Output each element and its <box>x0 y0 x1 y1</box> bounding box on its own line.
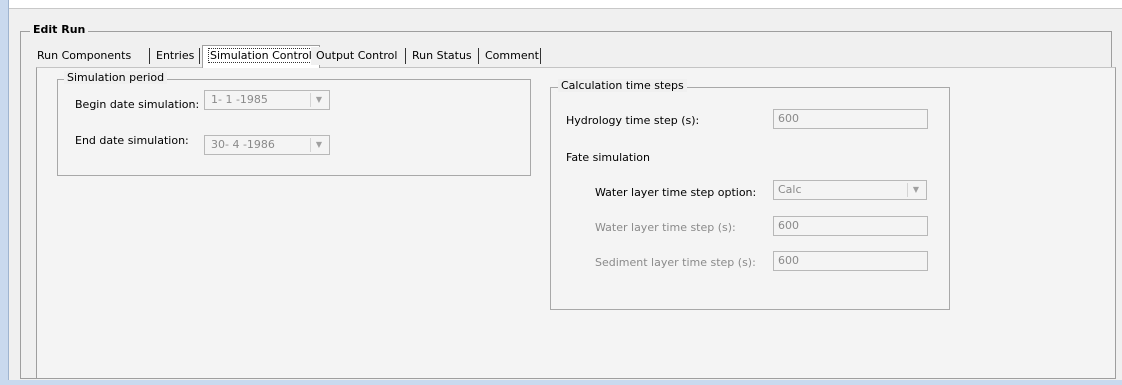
tab-simulation-control[interactable]: Simulation Control <box>202 45 320 68</box>
tab-separator <box>199 48 200 64</box>
water-layer-option-value: Calc <box>778 183 802 196</box>
tab-simulation-control-label: Simulation Control <box>208 48 314 63</box>
begin-date-label: Begin date simulation: <box>75 98 200 111</box>
water-layer-option-select[interactable]: Calc ▼ <box>773 180 927 200</box>
tab-separator <box>478 48 479 64</box>
hydrology-time-step-value: 600 <box>778 112 799 125</box>
chevron-down-icon[interactable]: ▼ <box>310 93 327 107</box>
tab-entries[interactable]: Entries <box>151 47 200 65</box>
end-date-value: 30- 4 -1986 <box>211 138 275 151</box>
water-layer-option-label: Water layer time step option: <box>595 186 757 199</box>
tab-separator <box>149 48 150 64</box>
tab-run-status[interactable]: Run Status <box>407 47 477 65</box>
begin-date-select[interactable]: 1- 1 -1985 ▼ <box>204 90 330 110</box>
simulation-period-legend: Simulation period <box>64 71 168 84</box>
chevron-down-icon[interactable]: ▼ <box>310 138 327 152</box>
window-left-border <box>0 0 8 385</box>
tab-run-components[interactable]: Run Components <box>32 47 137 65</box>
fate-simulation-label: Fate simulation <box>566 151 650 164</box>
water-layer-time-step-input[interactable]: 600 <box>773 216 928 236</box>
edit-run-title: Edit Run <box>30 23 89 36</box>
top-panel-strip <box>9 0 1122 9</box>
window-left-border-line <box>8 0 9 385</box>
end-date-label: End date simulation: <box>75 134 189 147</box>
tab-comment[interactable]: Comment <box>480 47 544 65</box>
sediment-layer-time-step-input[interactable]: 600 <box>773 251 928 271</box>
tab-output-control[interactable]: Output Control <box>311 47 403 65</box>
tab-separator <box>405 48 406 64</box>
begin-date-value: 1- 1 -1985 <box>211 93 268 106</box>
chevron-down-icon[interactable]: ▼ <box>907 183 924 197</box>
water-layer-time-step-value: 600 <box>778 219 799 232</box>
hydrology-time-step-input[interactable]: 600 <box>773 109 928 129</box>
hydrology-time-step-label: Hydrology time step (s): <box>566 114 700 127</box>
sediment-layer-time-step-value: 600 <box>778 254 799 267</box>
sediment-layer-time-step-label: Sediment layer time step (s): <box>595 256 756 269</box>
tab-separator <box>540 48 541 64</box>
window-bottom-border <box>0 380 1122 385</box>
water-layer-time-step-label: Water layer time step (s): <box>595 221 736 234</box>
end-date-select[interactable]: 30- 4 -1986 ▼ <box>204 135 330 155</box>
calculation-time-steps-legend: Calculation time steps <box>558 79 687 92</box>
